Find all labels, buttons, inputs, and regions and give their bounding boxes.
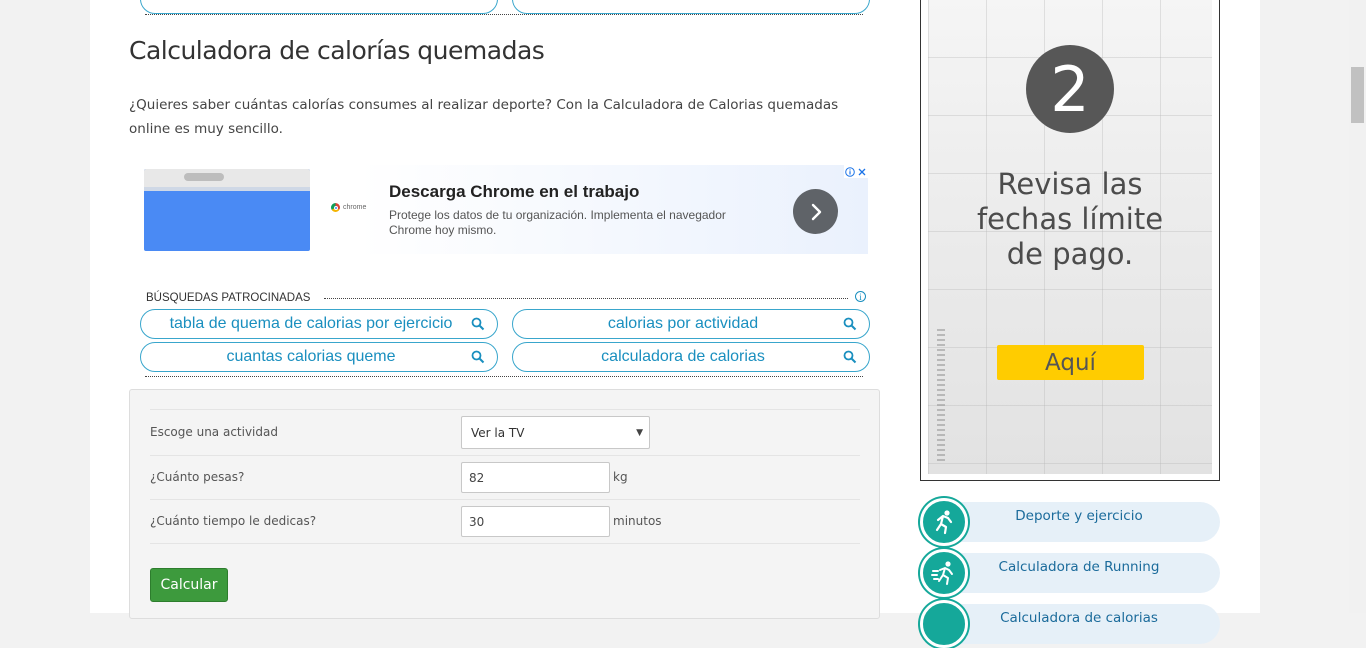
info-icon[interactable]: i	[855, 291, 866, 302]
side-ad-number: 2	[1026, 45, 1114, 133]
chrome-logo-icon	[331, 203, 340, 212]
ad-controls	[844, 165, 868, 178]
page-scrollbar[interactable]	[1349, 0, 1366, 613]
sponsored-link[interactable]: calculadora de calorias	[512, 342, 870, 372]
activity-select-value: Ver la TV	[471, 425, 525, 440]
time-input[interactable]	[461, 506, 610, 537]
close-icon[interactable]	[856, 165, 868, 178]
time-unit: minutos	[613, 514, 662, 528]
weight-unit: kg	[613, 470, 628, 484]
sponsored-searches-label: BÚSQUEDAS PATROCINADAS	[146, 292, 311, 304]
search-icon	[471, 317, 497, 331]
sponsored-link[interactable]: cuantas calorias queme	[140, 342, 498, 372]
ad-thumbnail	[144, 169, 310, 251]
side-ad[interactable]: 2 Revisa las fechas límite de pago. Aquí	[920, 0, 1220, 481]
sidebar-item-label: Deporte y ejercicio	[1015, 508, 1143, 524]
sidebar-item-label: Calculadora de Running	[998, 559, 1160, 575]
running-icon	[920, 498, 968, 546]
divider	[145, 14, 863, 15]
form-row-divider	[150, 543, 860, 544]
sponsored-link[interactable]: tabla de quema de calorias por ejercicio	[140, 309, 498, 339]
sidebar-item-calorias[interactable]: Calculadora de calorias	[920, 600, 1220, 648]
calculator-icon	[920, 600, 968, 648]
chevron-right-icon[interactable]	[793, 189, 838, 234]
search-icon	[843, 350, 869, 364]
activity-label: Escoge una actividad	[150, 425, 278, 439]
side-ad-text-line: fechas límite	[976, 202, 1164, 236]
ad-brand: chrome	[331, 203, 366, 212]
sponsored-divider	[324, 298, 848, 299]
info-icon[interactable]	[844, 165, 856, 178]
ad-title[interactable]: Descarga Chrome en el trabajo	[389, 182, 639, 202]
intro-text: ¿Quieres saber cuántas calorías consumes…	[129, 97, 839, 137]
partial-search-pill-right[interactable]	[512, 0, 870, 14]
calculate-button[interactable]: Calcular	[150, 568, 228, 602]
weight-input[interactable]	[461, 462, 610, 493]
scrollbar-thumb[interactable]	[1351, 67, 1364, 123]
search-icon	[471, 350, 497, 364]
page-title: Calculadora de calorías quemadas	[129, 36, 545, 65]
sponsored-link-label: tabla de quema de calorias por ejercicio	[169, 315, 453, 332]
side-ad-fine-print	[937, 329, 945, 464]
partial-search-pill-left[interactable]	[140, 0, 498, 14]
sponsored-link-label: calculadora de calorias	[601, 348, 765, 365]
time-label: ¿Cuánto tiempo le dedicas?	[150, 514, 317, 528]
side-ad-text-line: de pago.	[1006, 237, 1134, 271]
chevron-down-icon: ▼	[636, 428, 643, 438]
chrome-ad-banner[interactable]: chrome Descarga Chrome en el trabajo Pro…	[141, 165, 868, 254]
sprint-icon	[920, 549, 968, 597]
sponsored-link-label: calorias por actividad	[607, 315, 759, 332]
ad-description: Protege los datos de tu organización. Im…	[389, 208, 726, 237]
sidebar-item-running[interactable]: Calculadora de Running	[920, 549, 1220, 597]
sidebar-item-label: Calculadora de calorias	[1000, 610, 1158, 626]
side-ad-text: Revisa las fechas límite de pago.	[928, 167, 1212, 272]
sponsored-link[interactable]: calorias por actividad	[512, 309, 870, 339]
weight-label: ¿Cuánto pesas?	[150, 470, 245, 484]
activity-select[interactable]: Ver la TV ▼	[461, 416, 650, 449]
sponsored-link-label: cuantas calorias queme	[226, 348, 396, 365]
sidebar-item-deporte[interactable]: Deporte y ejercicio	[920, 498, 1220, 546]
side-ad-button[interactable]: Aquí	[997, 345, 1144, 380]
form-row-divider	[150, 455, 860, 456]
form-row-divider	[150, 499, 860, 500]
search-icon	[843, 317, 869, 331]
side-ad-text-line: Revisa las	[997, 167, 1143, 201]
divider	[145, 376, 863, 377]
side-ad-image: 2 Revisa las fechas límite de pago. Aquí	[928, 0, 1212, 474]
ad-brand-label: chrome	[343, 204, 367, 211]
form-row-divider	[150, 409, 860, 410]
